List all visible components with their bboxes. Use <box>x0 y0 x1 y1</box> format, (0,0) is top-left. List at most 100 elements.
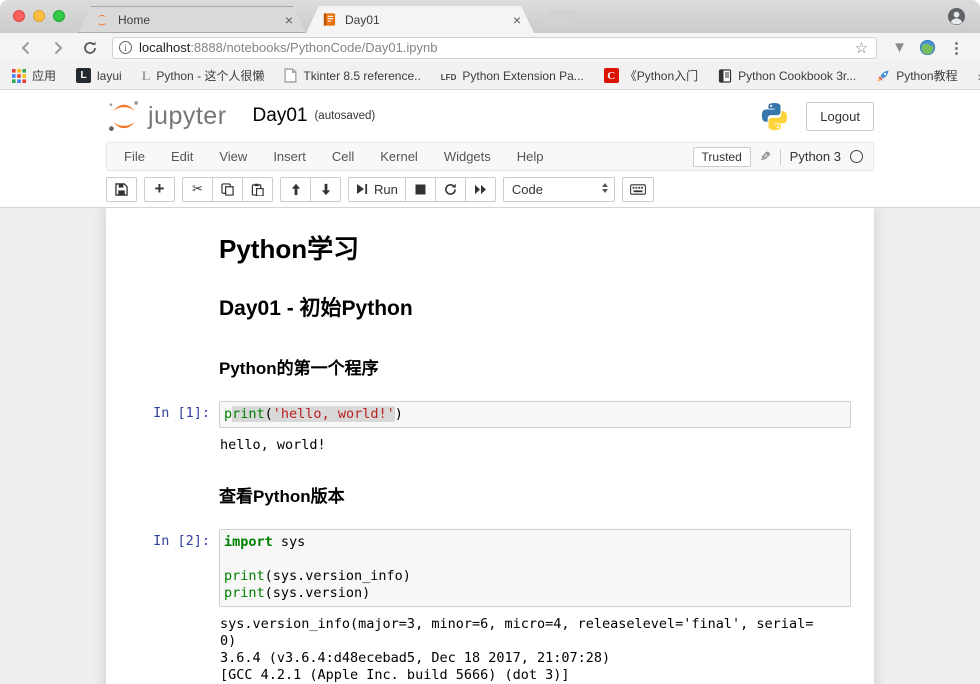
trusted-button[interactable]: Trusted <box>693 147 751 167</box>
cell-type-dropdown[interactable]: Code <box>503 177 615 202</box>
command-palette-button[interactable] <box>622 177 654 202</box>
bookmark-item[interactable]: Tkinter 8.5 reference.. <box>284 68 420 83</box>
chrome-menu-icon[interactable]: ⋮ <box>941 39 970 57</box>
code-cell[interactable]: In [2]:import sysprint(sys.version_info)… <box>106 516 874 684</box>
close-window-button[interactable] <box>13 10 25 22</box>
cell-output: sys.version_info(major=3, minor=6, micro… <box>219 616 851 684</box>
profile-icon[interactable] <box>947 7 966 26</box>
bookmark-item[interactable]: LPython - 这个人很懒 <box>142 67 265 84</box>
jupyter-wordmark[interactable]: jupyter <box>148 102 227 131</box>
move-cell-up-button[interactable] <box>280 177 311 202</box>
copy-cell-button[interactable] <box>212 177 243 202</box>
menu-item-widgets[interactable]: Widgets <box>431 149 504 164</box>
extension-globe-icon[interactable] <box>914 39 941 56</box>
layui-icon: L <box>76 68 91 83</box>
jupyter-logo-icon[interactable] <box>106 98 142 134</box>
restart-run-all-button[interactable] <box>465 177 496 202</box>
book-icon <box>718 69 732 83</box>
notebook-site: Python学习 Day01 - 初始Python Python的第一个程序 In [… <box>0 208 980 684</box>
notebook-toolbar: + ✂ Run <box>0 171 980 208</box>
extension-v-icon[interactable]: ▼ <box>885 39 914 56</box>
bookmark-star-icon[interactable]: ☆ <box>853 39 870 57</box>
address-bar: i localhost:8888/notebooks/PythonCode/Da… <box>0 33 980 62</box>
code-input-area[interactable]: import sysprint(sys.version_info)print(s… <box>219 529 851 607</box>
bookmark-item[interactable]: Python教程 <box>876 67 957 84</box>
url-text[interactable]: localhost:8888/notebooks/PythonCode/Day0… <box>139 40 853 55</box>
csdn-c-icon: C <box>604 68 619 83</box>
bookmark-item[interactable]: Llayui <box>76 68 122 83</box>
logout-button[interactable]: Logout <box>806 102 874 131</box>
browser-tab-home[interactable]: Home× <box>78 6 306 33</box>
heading-level-1: Python学习 <box>219 229 851 266</box>
save-button[interactable] <box>106 177 137 202</box>
move-cell-down-button[interactable] <box>310 177 341 202</box>
output-prompt <box>111 616 219 620</box>
output-prompt <box>111 437 219 441</box>
cell-type-value: Code <box>512 182 543 197</box>
tab-close-icon[interactable]: × <box>510 13 524 27</box>
zoom-window-button[interactable] <box>53 10 65 22</box>
tab-title: Day01 <box>345 13 510 27</box>
browser-window: Home×Day01× i localhost:8888/notebooks/P… <box>0 0 980 684</box>
jupyter-favicon <box>94 12 110 28</box>
menu-item-file[interactable]: File <box>111 149 158 164</box>
run-cell-button[interactable]: Run <box>348 177 406 202</box>
dropdown-carets-icon <box>602 183 608 193</box>
traffic-lights <box>13 10 65 22</box>
url-path: :8888/notebooks/PythonCode/Day01.ipynb <box>190 40 437 55</box>
new-tab-button[interactable] <box>542 10 576 26</box>
input-prompt: In [2]: <box>111 529 219 549</box>
heading-level-2: Day01 - 初始Python <box>219 292 851 322</box>
bookmark-item[interactable]: Python Cookbook 3r... <box>718 69 856 83</box>
menu-item-help[interactable]: Help <box>504 149 557 164</box>
bookmark-label: 应用 <box>32 67 56 84</box>
reload-icon[interactable] <box>74 40 106 56</box>
rocket-icon <box>876 69 890 83</box>
forward-icon[interactable] <box>42 40 74 56</box>
bookmark-label: Python Extension Pa... <box>462 69 583 83</box>
tab-close-icon[interactable]: × <box>282 13 296 27</box>
empty-prompt <box>111 464 219 468</box>
back-icon[interactable] <box>10 40 42 56</box>
menu-item-cell[interactable]: Cell <box>319 149 367 164</box>
edit-title-pencil-icon[interactable]: ✎ <box>760 149 771 165</box>
tab-title: Home <box>118 13 282 27</box>
interrupt-kernel-button[interactable] <box>405 177 436 202</box>
menu-items: FileEditViewInsertCellKernelWidgetsHelp <box>111 149 557 164</box>
code-cell[interactable]: In [1]:print('hello, world!')hello, worl… <box>106 388 874 459</box>
add-cell-button[interactable]: + <box>144 177 175 202</box>
notebook-favicon <box>322 12 337 27</box>
lfd-icon: LFD <box>441 69 457 83</box>
bookmark-label: layui <box>97 69 122 83</box>
menu-item-edit[interactable]: Edit <box>158 149 206 164</box>
page-info-icon[interactable]: i <box>119 41 132 54</box>
browser-tab-day01[interactable]: Day01× <box>306 6 534 33</box>
markdown-cell[interactable]: Day01 - 初始Python <box>106 277 874 331</box>
omnibox[interactable]: i localhost:8888/notebooks/PythonCode/Da… <box>112 37 877 59</box>
restart-kernel-button[interactable] <box>435 177 466 202</box>
minimize-window-button[interactable] <box>33 10 45 22</box>
notebook-title[interactable]: Day01 <box>253 105 308 127</box>
autosave-status: (autosaved) <box>314 110 375 122</box>
empty-prompt <box>111 336 219 340</box>
bookmark-item[interactable]: C《Python入门 <box>604 67 698 84</box>
markdown-cell[interactable]: Python学习 <box>106 220 874 277</box>
cut-cell-button[interactable]: ✂ <box>182 177 213 202</box>
bookmark-item[interactable]: LFD Python Extension Pa... <box>441 69 584 83</box>
code-input-area[interactable]: print('hello, world!') <box>219 401 851 428</box>
bookmark-label: Python - 这个人很懒 <box>156 67 264 84</box>
bookmark-label: Python Cookbook 3r... <box>738 69 856 83</box>
menu-item-kernel[interactable]: Kernel <box>367 149 431 164</box>
apps-grid-icon <box>12 69 26 83</box>
menu-item-insert[interactable]: Insert <box>260 149 319 164</box>
paste-cell-button[interactable] <box>242 177 273 202</box>
python-logo-icon <box>759 101 790 132</box>
cell-output: hello, world! <box>219 437 851 454</box>
bookmark-item[interactable]: 应用 <box>12 67 56 84</box>
markdown-cell[interactable]: Python的第一个程序 <box>106 331 874 388</box>
menu-item-view[interactable]: View <box>206 149 260 164</box>
heading-level-3: Python的第一个程序 <box>219 354 851 379</box>
markdown-cell[interactable]: 查看Python版本 <box>106 459 874 516</box>
page-icon <box>284 68 297 83</box>
jupyter-header: jupyter Day01 (autosaved) Logout FileEdi… <box>0 90 980 208</box>
